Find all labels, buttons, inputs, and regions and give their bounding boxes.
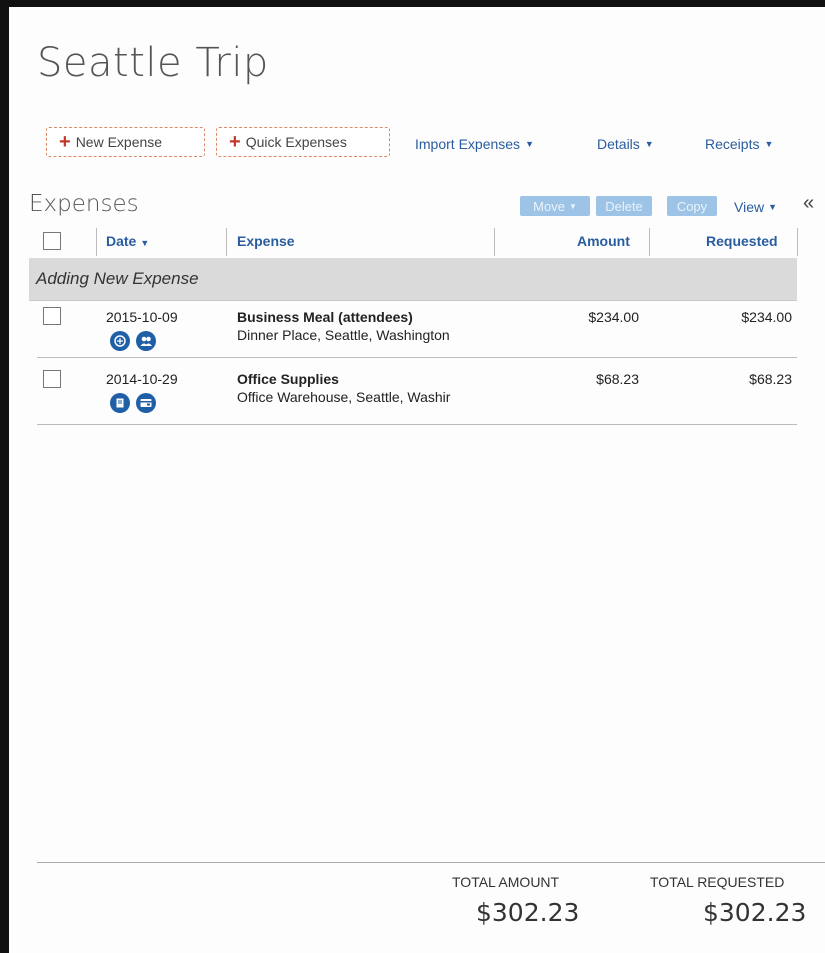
caret-down-icon: ▼ (768, 202, 778, 212)
expense-name[interactable]: Office Supplies (237, 371, 339, 387)
plus-icon: + (59, 131, 71, 153)
expense-location: Office Warehouse, Seattle, Washir (237, 389, 451, 405)
quick-expenses-button[interactable]: + Quick Expenses (216, 127, 390, 157)
import-expenses-label: Import Expenses (415, 136, 521, 152)
details-label: Details (597, 136, 640, 152)
card-icon (136, 393, 156, 413)
date-header-label: Date (106, 233, 137, 249)
receipts-menu[interactable]: Receipts ▼ (705, 136, 773, 152)
copy-button[interactable]: Copy (667, 196, 717, 216)
delete-button[interactable]: Delete (596, 196, 652, 216)
select-all-checkbox[interactable] (43, 232, 61, 250)
expense-name[interactable]: Business Meal (attendees) (237, 309, 413, 325)
caret-down-icon: ▼ (644, 139, 654, 149)
expense-requested: $68.23 (749, 371, 792, 387)
new-expense-button[interactable]: + New Expense (46, 127, 205, 157)
column-divider (649, 228, 650, 256)
caret-down-icon: ▼ (764, 139, 774, 149)
expense-amount: $68.23 (596, 371, 639, 387)
view-label: View (734, 199, 765, 215)
quick-expenses-label: Quick Expenses (245, 134, 347, 150)
expense-amount: $234.00 (588, 309, 639, 325)
expense-location: Dinner Place, Seattle, Washington (237, 327, 450, 343)
total-requested-value: $302.23 (703, 898, 807, 927)
move-button[interactable]: Move ▼ (520, 196, 590, 216)
column-divider (226, 228, 227, 256)
row-checkbox[interactable] (43, 370, 61, 388)
page-title: Seattle Trip (37, 40, 269, 86)
attendees-icon (136, 331, 156, 351)
expense-requested: $234.00 (741, 309, 792, 325)
row-divider (37, 424, 797, 425)
collapse-panel-icon[interactable]: « (803, 192, 814, 215)
expenses-section-title: Expenses (29, 191, 139, 217)
caret-down-icon: ▼ (525, 139, 534, 149)
copy-label: Copy (676, 198, 708, 214)
expense-date: 2014-10-29 (106, 371, 178, 387)
expense-date: 2015-10-09 (106, 309, 178, 325)
receipts-label: Receipts (705, 136, 760, 152)
column-divider (96, 228, 97, 256)
row-divider (37, 357, 797, 358)
group-label: Adding New Expense (36, 269, 199, 288)
receipt-icon (110, 393, 130, 413)
total-amount-value: $302.23 (476, 898, 580, 927)
delete-label: Delete (605, 198, 643, 214)
plus-icon: + (229, 131, 241, 153)
view-menu[interactable]: View ▼ (734, 199, 777, 215)
caret-down-icon: ▼ (568, 201, 577, 211)
totals-divider (37, 862, 825, 863)
total-amount-label: TOTAL AMOUNT (452, 874, 560, 890)
column-divider (494, 228, 495, 256)
column-divider (797, 228, 798, 256)
meal-icon (110, 331, 130, 351)
details-menu[interactable]: Details ▼ (597, 136, 654, 152)
import-expenses-menu[interactable]: Import Expenses ▼ (415, 136, 534, 152)
total-requested-label: TOTAL REQUESTED (650, 874, 785, 890)
new-expense-label: New Expense (75, 134, 163, 150)
move-label: Move (533, 198, 565, 214)
row-checkbox[interactable] (43, 307, 61, 325)
sort-down-icon: ▼ (140, 238, 150, 248)
